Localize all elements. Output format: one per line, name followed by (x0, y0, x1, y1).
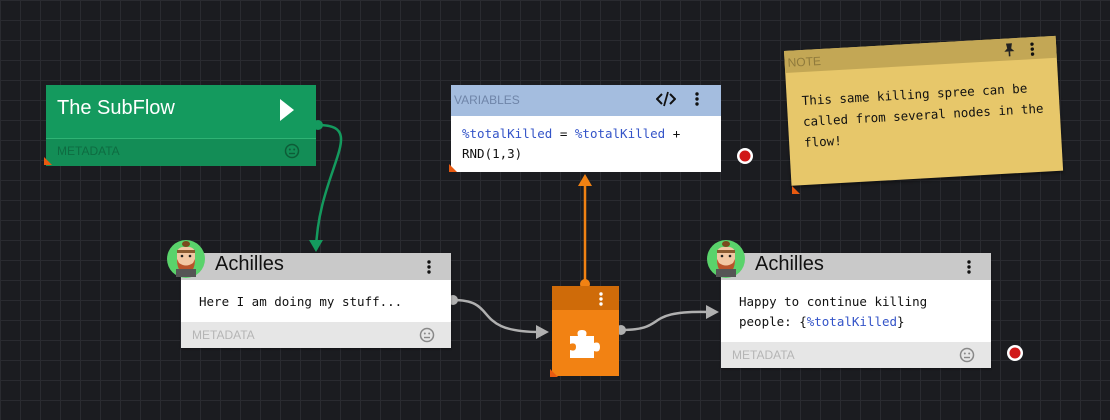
plus-operator: + (665, 126, 681, 141)
arrowhead-gray (536, 325, 549, 339)
node-header (552, 286, 619, 310)
more-options-icon[interactable] (967, 260, 971, 274)
character-name: Achilles (755, 253, 824, 275)
more-options-icon[interactable] (1030, 42, 1035, 56)
more-options-icon[interactable] (427, 260, 431, 274)
variables-code[interactable]: %totalKilled = %totalKilled + RND(1,3) (462, 124, 712, 164)
dialogue-text-line2-prefix: people: { (739, 314, 807, 329)
metadata-label: METADATA (732, 348, 795, 362)
node-metadata[interactable]: METADATA (181, 322, 451, 348)
connector-puzzle-to-achilles (620, 310, 711, 332)
emotion-icon[interactable] (419, 327, 435, 343)
subflow-title: The SubFlow (57, 97, 175, 119)
dialogue-node-left[interactable]: Achilles Here I am doing my stuff... MET… (181, 253, 451, 348)
play-icon[interactable] (278, 97, 296, 123)
achilles-avatar-icon (707, 240, 745, 278)
character-name: Achilles (215, 253, 284, 275)
resize-corner[interactable] (44, 157, 52, 165)
dialogue-node-right[interactable]: Achilles Happy to continue killing peopl… (721, 253, 991, 368)
connector-achilles-to-puzzle (452, 298, 541, 334)
emotion-icon[interactable] (959, 347, 975, 363)
arrowhead-orange (578, 174, 592, 186)
dialogue-text[interactable]: Here I am doing my stuff... (199, 292, 402, 312)
resize-corner[interactable] (449, 164, 457, 172)
node-metadata[interactable]: METADATA (721, 342, 991, 368)
metadata-label: METADATA (192, 328, 255, 342)
arrowhead-gray-2 (706, 305, 719, 319)
subflow-metadata[interactable]: METADATA (46, 138, 316, 166)
assign-operator: = (552, 126, 575, 141)
pin-icon[interactable] (1002, 42, 1017, 57)
puzzle-icon (570, 330, 600, 358)
node-header: Achilles (721, 253, 991, 280)
dialogue-text[interactable]: Happy to continue killing people: {%tota… (739, 292, 927, 332)
node-header: Achilles (181, 253, 451, 280)
note-text[interactable]: This same killing spree can be called fr… (801, 76, 1049, 153)
code-icon[interactable] (656, 91, 676, 107)
note-label: NOTE (787, 53, 822, 70)
note-header: NOTE (784, 35, 1057, 73)
sticky-note[interactable]: NOTE This same killing spree can be call… (784, 35, 1064, 186)
resize-corner[interactable] (550, 369, 558, 377)
end-node-icon[interactable] (736, 147, 754, 165)
achilles-avatar-icon (167, 240, 205, 278)
arrowhead-green (309, 240, 323, 252)
variable-reference: %totalKilled (806, 314, 898, 329)
variables-label: VARIABLES (454, 93, 520, 107)
node-header: VARIABLES (451, 85, 721, 116)
subflow-node[interactable]: The SubFlow METADATA (46, 85, 316, 166)
variables-node[interactable]: VARIABLES %totalKilled = %totalKilled + … (451, 85, 721, 172)
metadata-label: METADATA (57, 144, 120, 158)
more-options-icon[interactable] (599, 292, 603, 306)
resize-corner[interactable] (792, 186, 800, 194)
dialogue-text-line1: Happy to continue killing (739, 294, 928, 309)
variable-reference: %totalKilled (462, 126, 553, 141)
code-line2: RND(1,3) (462, 146, 523, 161)
connector-subflow-to-achilles (314, 123, 343, 251)
end-node-icon[interactable] (1006, 344, 1024, 362)
dialogue-text-line2-suffix: } (897, 314, 905, 329)
variable-reference: %totalKilled (574, 126, 666, 141)
more-options-icon[interactable] (695, 92, 699, 106)
jumper-node[interactable] (552, 286, 619, 376)
emotion-icon[interactable] (284, 143, 300, 159)
